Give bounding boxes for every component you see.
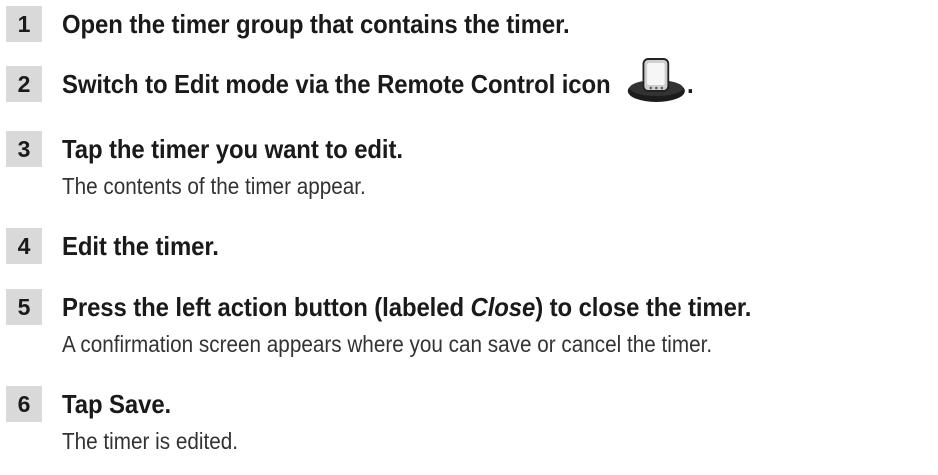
step-suffix: .: [687, 69, 694, 99]
step-text: Edit the timer.: [62, 231, 219, 261]
step-number: 6: [6, 386, 42, 422]
step-number: 1: [6, 6, 42, 42]
step-number: 4: [6, 228, 42, 264]
step-text: Tap the timer you want to edit.: [62, 134, 403, 164]
step-text-wrapper: Switch to Edit mode via the Remote Contr…: [62, 58, 694, 103]
step-number: 2: [6, 66, 42, 102]
step-number: 5: [6, 289, 42, 325]
step-detail: The timer is edited.: [62, 428, 239, 454]
step-text: Tap Save.: [62, 389, 172, 419]
step-text: Open the timer group that contains the t…: [62, 9, 570, 39]
step-text-before: Press the left action button (labeled: [62, 292, 471, 322]
instruction-list: 1 Open the timer group that contains the…: [0, 0, 938, 475]
step-number: 3: [6, 131, 42, 167]
step-detail: A confirmation screen appears where you …: [62, 331, 713, 357]
step-detail: The contents of the timer appear.: [62, 173, 366, 199]
step-text: Press the left action button (labeled Cl…: [62, 292, 751, 323]
step-text-emphasis: Close: [470, 292, 536, 322]
remote-control-icon: [626, 55, 687, 103]
step-text: Switch to Edit mode via the Remote Contr…: [62, 69, 611, 99]
step-text-after: ) to close the timer.: [535, 292, 752, 322]
